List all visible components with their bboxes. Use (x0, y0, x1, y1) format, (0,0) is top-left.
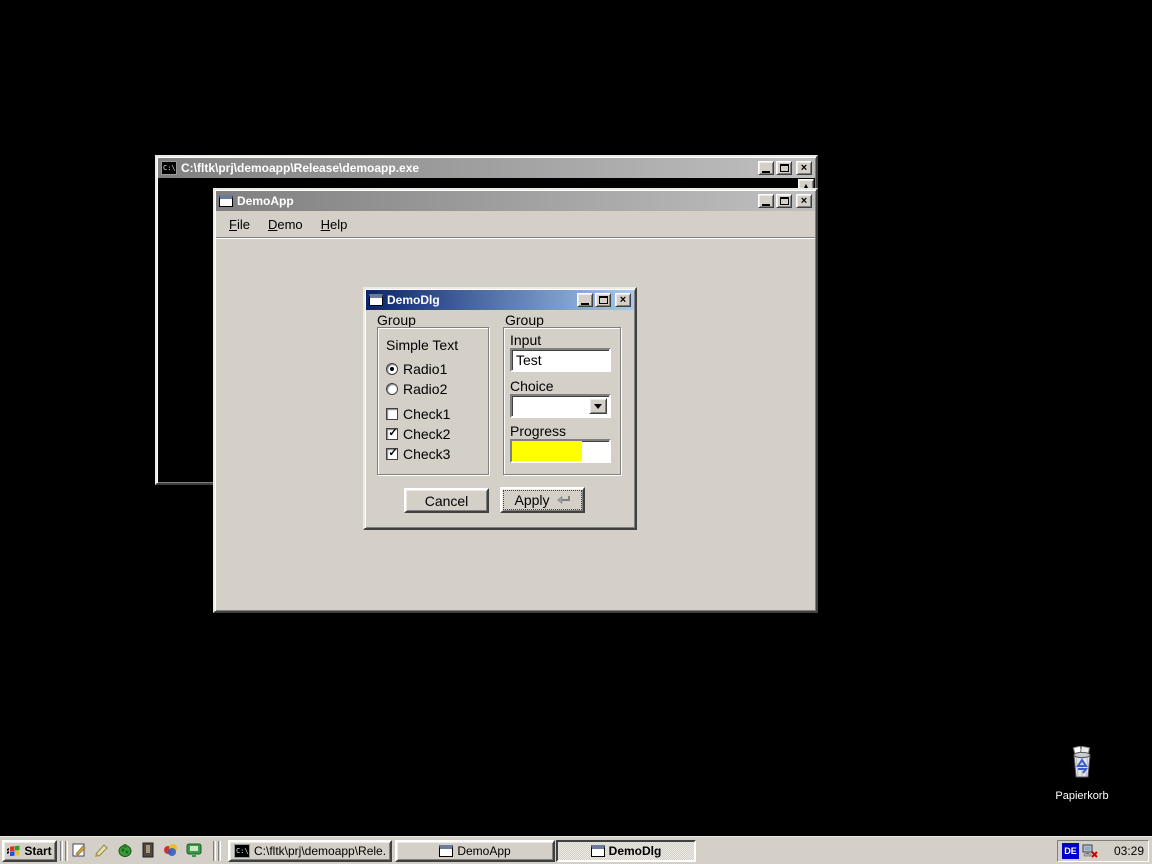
demodlg-dialog: DemoDlg × Group Simple Text Radio1 Radio… (363, 287, 637, 530)
checkbox-unchecked-icon (386, 408, 398, 420)
console-icon: C:\ (234, 844, 250, 858)
console-titlebar[interactable]: C:\ C:\fltk\prj\demoapp\Release\demoapp.… (158, 158, 815, 178)
minimize-icon (762, 204, 770, 206)
radio-radio1[interactable]: Radio1 (386, 361, 447, 377)
clock: 03:29 (1114, 844, 1144, 858)
demoapp-title: DemoApp (237, 194, 754, 208)
right-group-label: Group (505, 312, 544, 328)
radio-radio2[interactable]: Radio2 (386, 381, 447, 397)
close-icon: × (801, 196, 807, 206)
maximize-icon (780, 164, 789, 172)
recycle-bin-desktop-icon[interactable]: Papierkorb (1050, 746, 1114, 802)
media-icon[interactable] (163, 842, 179, 858)
menu-help[interactable]: Help (312, 211, 357, 237)
minimize-icon (762, 171, 770, 173)
start-button[interactable]: Start (2, 840, 57, 862)
checkbox-checked-icon (386, 428, 398, 440)
radio-unselected-icon (386, 383, 398, 395)
minimize-button[interactable] (577, 293, 593, 307)
choice-label: Choice (510, 378, 554, 394)
system-tray: DE 03:29 (1057, 840, 1149, 862)
taskbar-separator (218, 841, 221, 861)
window-icon (439, 845, 453, 857)
language-indicator[interactable]: DE (1062, 843, 1079, 859)
menu-file[interactable]: File (220, 211, 259, 237)
maximize-icon (780, 197, 789, 205)
choice-value (512, 396, 516, 412)
console-icon: C:\ (161, 161, 177, 175)
demodlg-title: DemoDlg (387, 293, 573, 307)
close-button[interactable]: × (615, 293, 631, 307)
maximize-button[interactable] (776, 194, 792, 208)
checkbox-check2[interactable]: Check2 (386, 426, 450, 442)
checkbox-check3[interactable]: Check3 (386, 446, 450, 462)
taskbar: Start C:\ C:\fltk\prj\demoapp\Rele... De… (0, 836, 1152, 864)
simple-text-label: Simple Text (386, 337, 458, 353)
checkbox-check1[interactable]: Check1 (386, 406, 450, 422)
progress-label: Progress (510, 423, 566, 439)
return-key-icon (556, 495, 571, 505)
minimize-icon (581, 303, 589, 305)
bug-icon[interactable] (117, 842, 133, 858)
maximize-button[interactable] (776, 161, 792, 175)
cancel-button[interactable]: Cancel (404, 488, 489, 513)
dropdown-arrow-button[interactable] (589, 398, 607, 414)
taskbar-button-demodlg[interactable]: DemoDlg (556, 840, 696, 862)
taskbar-separator (213, 841, 216, 861)
paint-icon[interactable] (94, 842, 110, 858)
quick-launch-bar (71, 842, 202, 858)
console-title: C:\fltk\prj\demoapp\Release\demoapp.exe (181, 161, 754, 175)
left-groupbox: Simple Text Radio1 Radio2 Check1 Check2 … (377, 327, 489, 475)
progress-fill (512, 441, 582, 461)
minimize-button[interactable] (758, 161, 774, 175)
choice-dropdown[interactable] (510, 394, 611, 418)
input-label: Input (510, 332, 541, 348)
apply-button[interactable]: Apply (500, 487, 585, 513)
radio-selected-icon (386, 363, 398, 375)
menu-demo[interactable]: Demo (259, 211, 312, 237)
taskbar-separator (65, 841, 68, 861)
left-group-label: Group (377, 312, 416, 328)
window-icon (219, 195, 233, 207)
checkbox-checked-icon (386, 448, 398, 460)
taskbar-button-demoapp[interactable]: DemoApp (395, 840, 555, 862)
notepad-icon[interactable] (71, 842, 87, 858)
terminal-icon[interactable] (186, 842, 202, 858)
network-disconnected-icon[interactable] (1082, 843, 1099, 859)
maximize-button[interactable] (595, 293, 611, 307)
progress-bar (510, 439, 611, 463)
chevron-down-icon (594, 404, 602, 409)
recycle-bin-icon (1065, 746, 1099, 782)
maximize-icon (599, 296, 608, 304)
book-icon[interactable] (140, 842, 156, 858)
close-button[interactable]: × (796, 161, 812, 175)
close-icon: × (801, 163, 807, 173)
window-icon (591, 845, 605, 857)
taskbar-button-console[interactable]: C:\ C:\fltk\prj\demoapp\Rele... (228, 840, 392, 862)
close-icon: × (620, 295, 626, 305)
windows-logo-icon (7, 845, 21, 858)
minimize-button[interactable] (758, 194, 774, 208)
taskbar-separator (60, 841, 63, 861)
demodlg-titlebar[interactable]: DemoDlg × (366, 290, 634, 310)
right-groupbox: Input Choice Progress (503, 327, 621, 475)
desktop: { "desktop": { "recycle_bin_label": "Pap… (0, 0, 1152, 864)
menu-bar: File Demo Help (216, 211, 815, 238)
recycle-bin-label: Papierkorb (1050, 790, 1114, 802)
window-icon (369, 294, 383, 306)
demoapp-titlebar[interactable]: DemoApp × (216, 191, 815, 211)
input-field[interactable] (510, 348, 611, 372)
close-button[interactable]: × (796, 194, 812, 208)
